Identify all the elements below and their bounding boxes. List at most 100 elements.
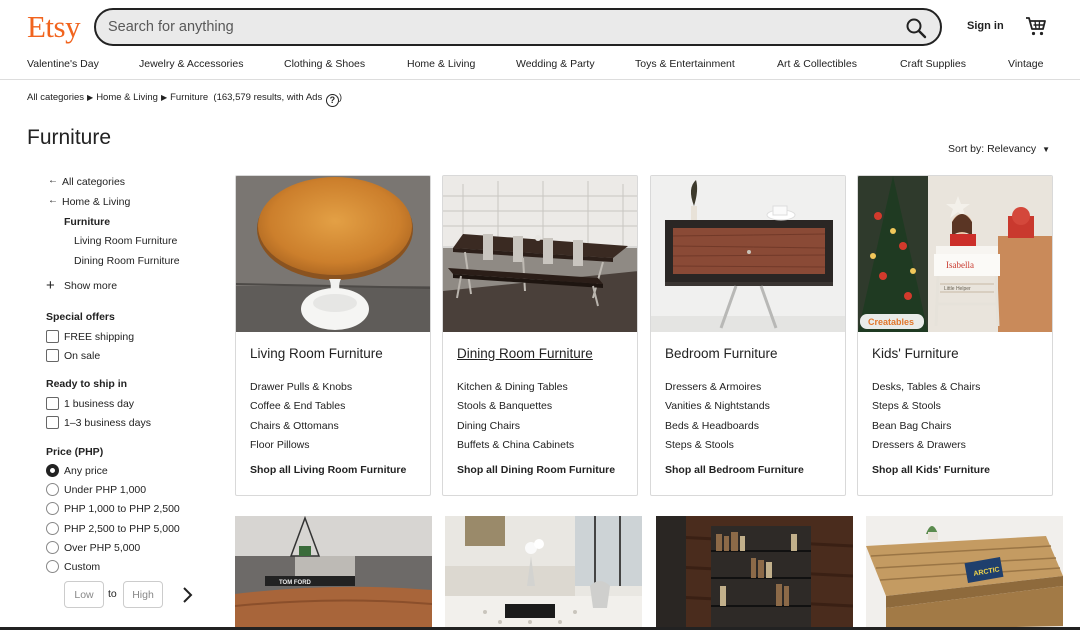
nav-jewelry-accessories[interactable]: Jewelry & Accessories — [139, 58, 243, 70]
sidebar-current-category: Furniture — [64, 216, 111, 228]
card-link[interactable]: Steps & Stools — [665, 439, 734, 451]
search-input[interactable] — [108, 10, 888, 44]
category-card-bedroom[interactable]: Bedroom Furniture Dressers & Armoires Va… — [650, 175, 846, 496]
show-more-link[interactable]: Show more — [64, 280, 117, 292]
card-title[interactable]: Dining Room Furniture — [457, 346, 593, 361]
on-sale-label[interactable]: On sale — [64, 350, 100, 362]
category-card-dining-room[interactable]: Dining Room Furniture Kitchen & Dining T… — [442, 175, 638, 496]
price-under-1000-label[interactable]: Under PHP 1,000 — [64, 484, 146, 496]
card-link[interactable]: Beds & Headboards — [665, 420, 759, 432]
one-three-business-days-label[interactable]: 1–3 business days — [64, 417, 151, 429]
shop-all-link[interactable]: Shop all Bedroom Furniture — [665, 464, 804, 476]
cart-icon[interactable] — [1024, 14, 1048, 38]
nav-home-living[interactable]: Home & Living — [407, 58, 475, 70]
breadcrumb: All categories ▶ Home & Living ▶ Furniture (… — [27, 92, 342, 107]
shop-all-link[interactable]: Shop all Dining Room Furniture — [457, 464, 615, 476]
card-link[interactable]: Drawer Pulls & Knobs — [250, 381, 352, 393]
card-link[interactable]: Desks, Tables & Chairs — [872, 381, 980, 393]
dining-room-image[interactable] — [443, 176, 638, 332]
card-link[interactable]: Bean Bag Chairs — [872, 420, 951, 432]
plus-icon[interactable]: + — [46, 277, 55, 294]
sort-dropdown[interactable]: Sort by: Relevancy ▼ — [948, 143, 1050, 155]
special-offers-heading: Special offers — [46, 311, 115, 323]
card-link[interactable]: Stools & Banquettes — [457, 400, 552, 412]
category-card-kids[interactable]: Isabella Little Helper Creatables Kids' … — [857, 175, 1053, 496]
nav-clothing-shoes[interactable]: Clothing & Shoes — [284, 58, 365, 70]
one-business-day-label[interactable]: 1 business day — [64, 398, 134, 410]
nav-craft-supplies[interactable]: Craft Supplies — [900, 58, 966, 70]
bedroom-image[interactable] — [651, 176, 846, 332]
card-link[interactable]: Floor Pillows — [250, 439, 310, 451]
living-room-image[interactable] — [236, 176, 431, 332]
results-count: (163,579 results, with Ads — [213, 92, 323, 103]
category-nav: Valentine's Day Jewelry & Accessories Cl… — [0, 52, 1080, 80]
one-three-business-days-checkbox[interactable] — [46, 416, 59, 429]
price-custom-radio[interactable] — [46, 560, 59, 573]
card-link[interactable]: Dressers & Drawers — [872, 439, 966, 451]
nav-toys-entertainment[interactable]: Toys & Entertainment — [635, 58, 735, 70]
price-1000-2500-label[interactable]: PHP 1,000 to PHP 2,500 — [64, 503, 180, 515]
price-over-5000-label[interactable]: Over PHP 5,000 — [64, 542, 140, 554]
nav-valentines-day[interactable]: Valentine's Day — [27, 58, 99, 70]
leather-ottoman-image[interactable]: TOM FORD — [235, 516, 432, 630]
kids-watermark-text: Creatables — [868, 317, 914, 327]
etsy-logo[interactable]: Etsy — [27, 9, 81, 45]
card-link[interactable]: Dining Chairs — [457, 420, 520, 432]
tufted-ottoman-image[interactable] — [445, 516, 642, 630]
price-2500-5000-radio[interactable] — [46, 522, 59, 535]
kids-name-text: Isabella — [946, 260, 974, 270]
results-close-paren: ) — [338, 92, 343, 103]
price-any-label[interactable]: Any price — [64, 465, 108, 477]
card-link[interactable]: Buffets & China Cabinets — [457, 439, 574, 451]
nav-wedding-party[interactable]: Wedding & Party — [516, 58, 595, 70]
nav-art-collectibles[interactable]: Art & Collectibles — [777, 58, 857, 70]
page-title: Furniture — [27, 126, 112, 149]
coffee-table-book-text: TOM FORD — [279, 580, 312, 586]
price-any-radio[interactable] — [46, 464, 59, 477]
card-title[interactable]: Kids' Furniture — [872, 346, 959, 361]
chevron-right-icon: ▶ — [160, 93, 168, 102]
free-shipping-checkbox[interactable] — [46, 330, 59, 343]
breadcrumb-all-categories[interactable]: All categories — [27, 92, 84, 103]
sidebar-all-categories[interactable]: All categories — [62, 176, 125, 188]
price-to-label: to — [108, 588, 117, 600]
price-1000-2500-radio[interactable] — [46, 502, 59, 515]
card-link[interactable]: Dressers & Armoires — [665, 381, 761, 393]
card-link[interactable]: Kitchen & Dining Tables — [457, 381, 568, 393]
price-custom-label[interactable]: Custom — [64, 561, 100, 573]
sidebar-home-living[interactable]: Home & Living — [62, 196, 130, 208]
card-link[interactable]: Steps & Stools — [872, 400, 941, 412]
card-link[interactable]: Vanities & Nightstands — [665, 400, 770, 412]
card-title[interactable]: Living Room Furniture — [250, 346, 383, 361]
card-link[interactable]: Chairs & Ottomans — [250, 420, 339, 432]
ready-to-ship-heading: Ready to ship in — [46, 378, 128, 390]
help-icon[interactable]: ? — [325, 94, 339, 107]
card-title[interactable]: Bedroom Furniture — [665, 346, 778, 361]
on-sale-checkbox[interactable] — [46, 349, 59, 362]
breadcrumb-furniture: Furniture — [170, 92, 209, 103]
shop-all-link[interactable]: Shop all Kids' Furniture — [872, 464, 990, 476]
search-bar[interactable] — [94, 8, 942, 46]
arrow-left-icon: ← — [48, 195, 58, 206]
search-icon[interactable] — [904, 16, 928, 40]
card-link[interactable]: Coffee & End Tables — [250, 400, 345, 412]
price-2500-5000-label[interactable]: PHP 2,500 to PHP 5,000 — [64, 523, 180, 535]
breadcrumb-home-living[interactable]: Home & Living — [96, 92, 158, 103]
sidebar-living-room-furniture[interactable]: Living Room Furniture — [74, 235, 177, 247]
price-high-input[interactable] — [123, 581, 163, 608]
shop-all-link[interactable]: Shop all Living Room Furniture — [250, 464, 406, 476]
chevron-right-icon[interactable] — [178, 584, 198, 606]
nav-vintage[interactable]: Vintage — [1008, 58, 1043, 70]
price-over-5000-radio[interactable] — [46, 541, 59, 554]
price-under-1000-radio[interactable] — [46, 483, 59, 496]
sort-label: Sort by: Relevancy — [948, 143, 1037, 155]
price-low-input[interactable] — [64, 581, 104, 608]
kids-furniture-image[interactable]: Isabella Little Helper Creatables — [858, 176, 1053, 332]
free-shipping-label[interactable]: FREE shipping — [64, 331, 134, 343]
pallet-coffee-table-image[interactable]: ARCTIC — [866, 516, 1063, 630]
one-business-day-checkbox[interactable] — [46, 397, 59, 410]
sign-in-link[interactable]: Sign in — [967, 20, 1004, 32]
bookshelf-image[interactable] — [656, 516, 853, 630]
sidebar-dining-room-furniture[interactable]: Dining Room Furniture — [74, 255, 180, 267]
category-card-living-room[interactable]: Living Room Furniture Drawer Pulls & Kno… — [235, 175, 431, 496]
